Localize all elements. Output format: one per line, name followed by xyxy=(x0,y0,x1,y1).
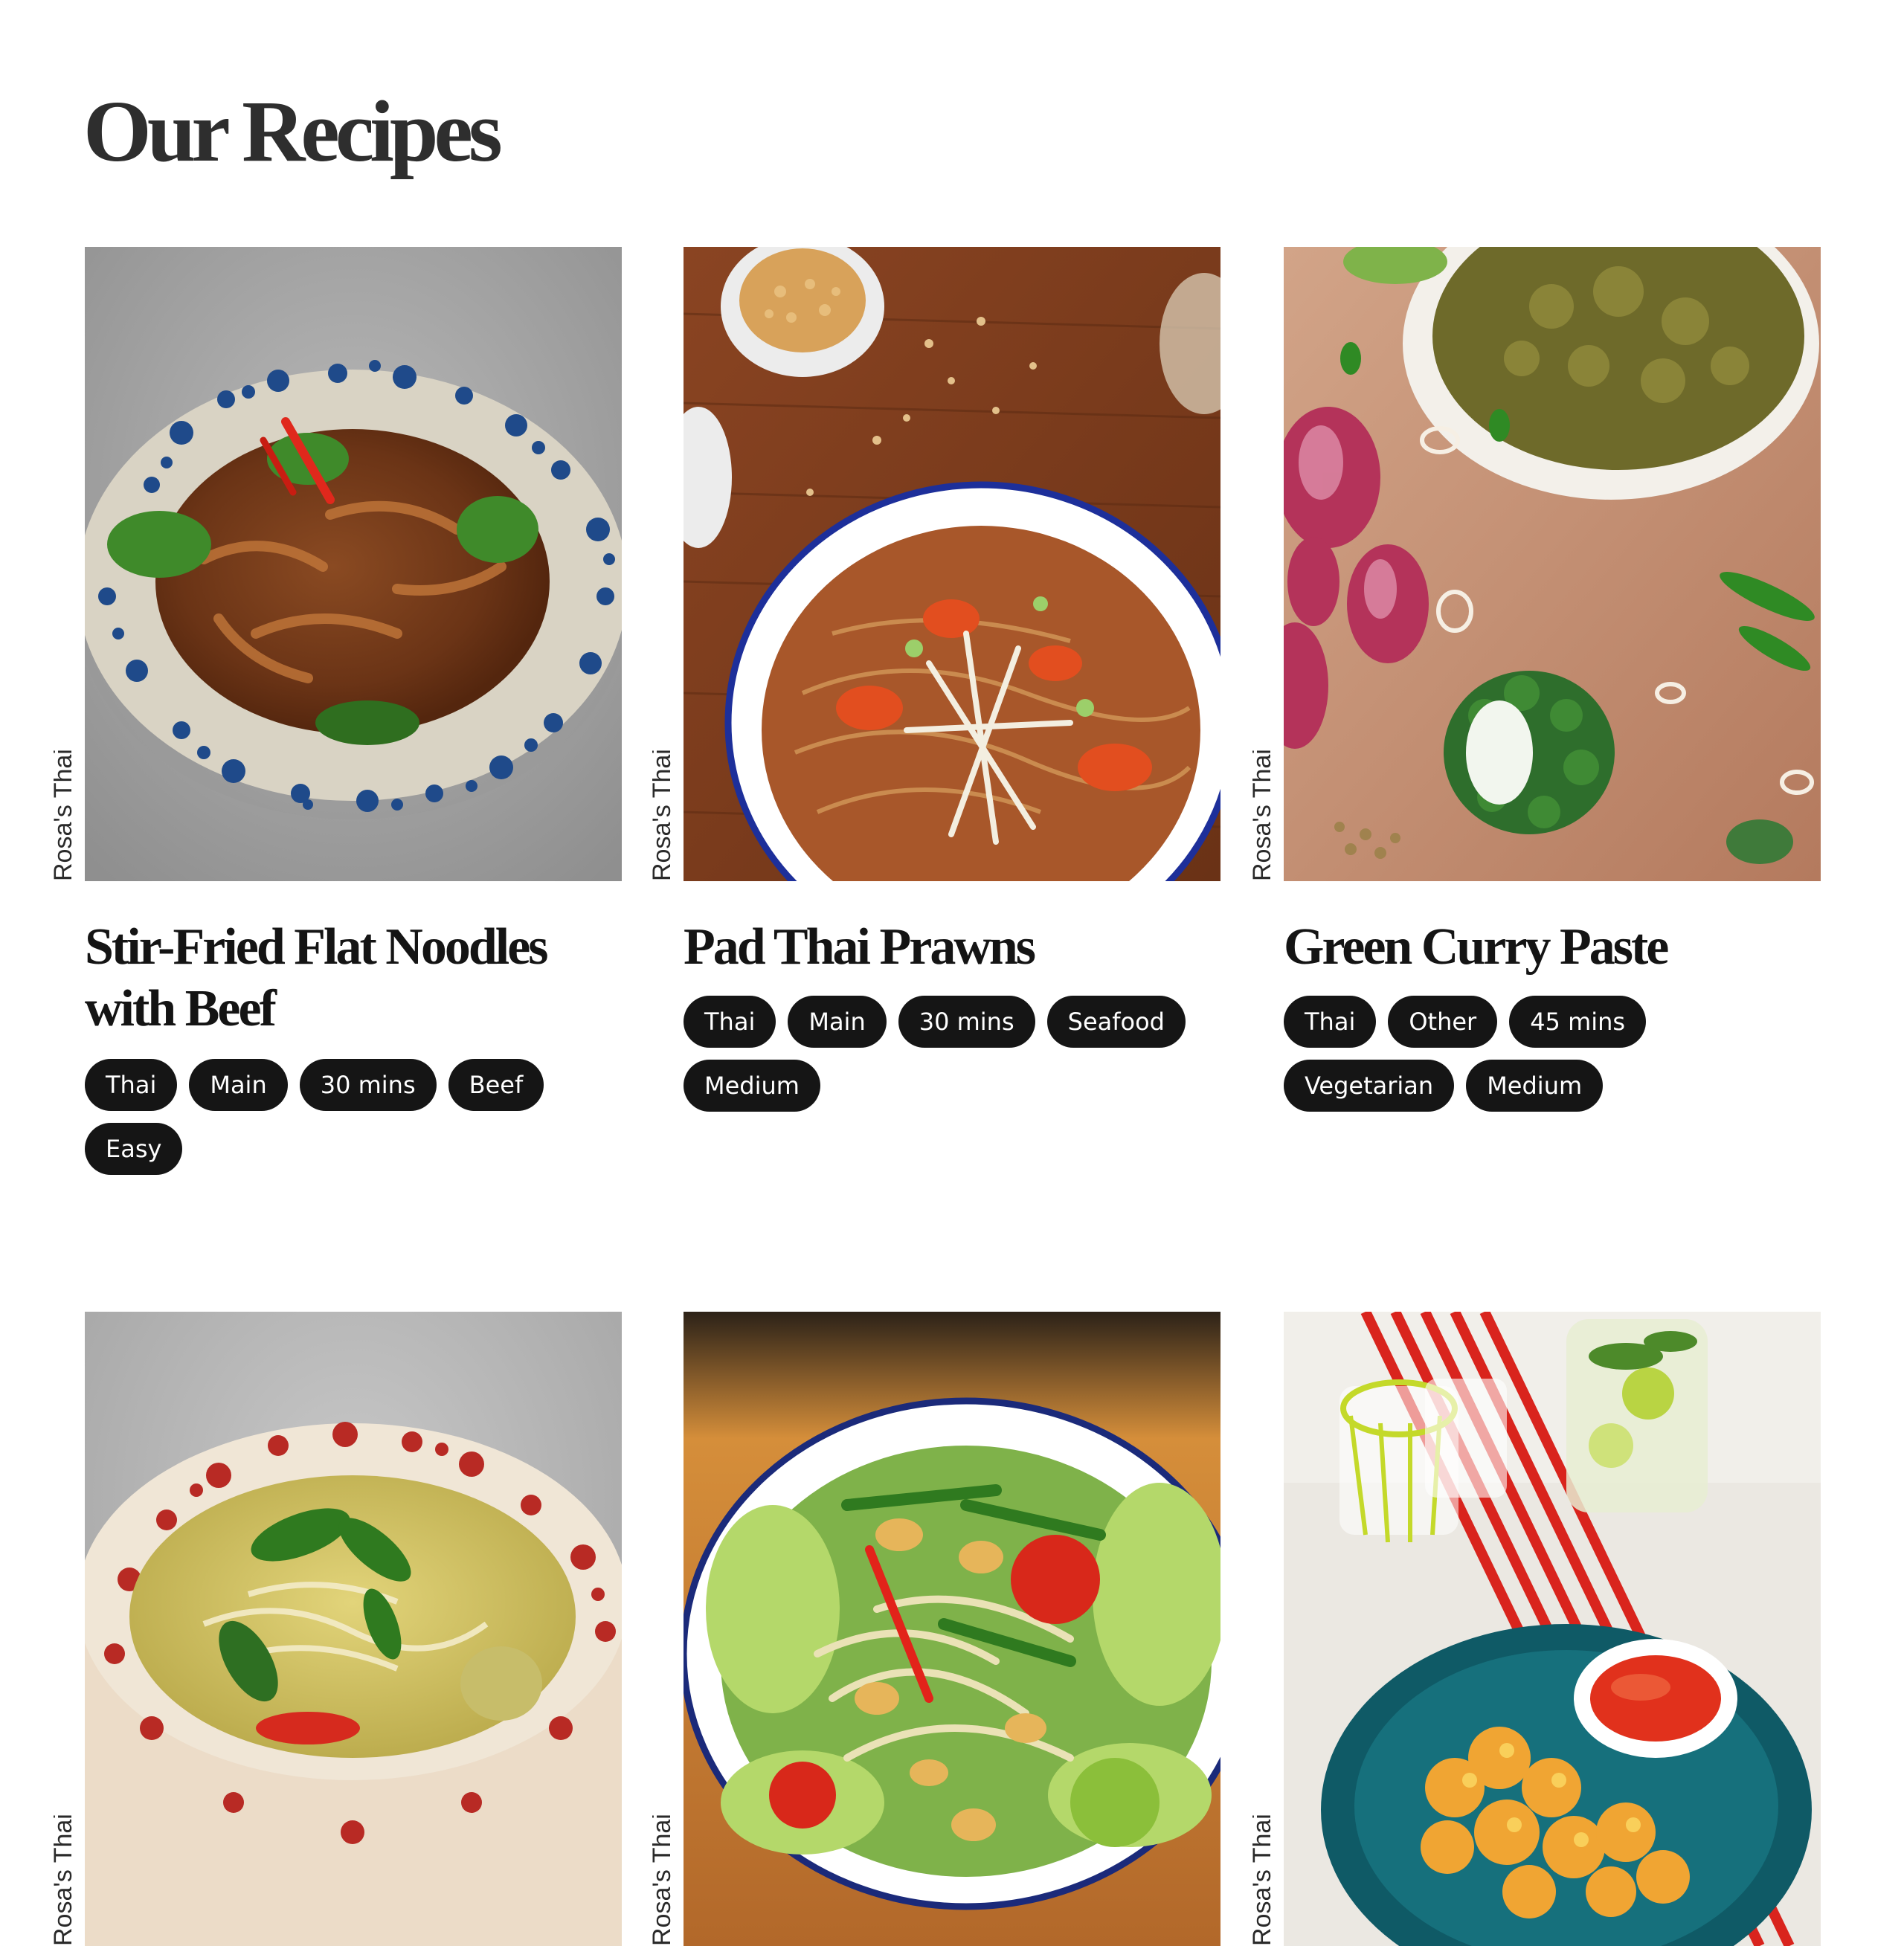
recipe-image[interactable] xyxy=(684,1312,1220,1946)
recipe-title[interactable]: Pad Thai Prawns xyxy=(684,916,1220,978)
tag-time[interactable]: 45 mins xyxy=(1509,996,1647,1048)
tag-difficulty[interactable]: Easy xyxy=(85,1123,183,1175)
brand-label: Rosa's Thai xyxy=(54,1312,85,1946)
brand-label: Rosa's Thai xyxy=(652,1312,684,1946)
recipe-image[interactable] xyxy=(85,247,622,881)
brand-label-text: Rosa's Thai xyxy=(54,749,77,881)
recipe-photo xyxy=(684,1312,1220,1946)
tag-difficulty[interactable]: Medium xyxy=(1466,1060,1604,1112)
brand-label: Rosa's Thai xyxy=(54,247,85,881)
recipe-image[interactable] xyxy=(684,247,1220,881)
tag-cuisine[interactable]: Thai xyxy=(684,996,776,1048)
recipe-image[interactable] xyxy=(1284,1312,1821,1946)
recipe-photo xyxy=(85,1312,622,1946)
brand-label: Rosa's Thai xyxy=(1252,1312,1284,1946)
recipe-photo xyxy=(1284,247,1821,881)
tag-category[interactable]: Seafood xyxy=(1046,996,1186,1048)
tag-time[interactable]: 30 mins xyxy=(299,1059,437,1111)
tag-cuisine[interactable]: Thai xyxy=(1284,996,1377,1048)
tag-category[interactable]: Vegetarian xyxy=(1284,1060,1455,1112)
recipe-image[interactable] xyxy=(1284,247,1821,881)
tag-difficulty[interactable]: Medium xyxy=(684,1060,820,1112)
tag-cuisine[interactable]: Thai xyxy=(85,1059,178,1111)
recipe-photo xyxy=(684,247,1220,881)
brand-label-text: Rosa's Thai xyxy=(1252,1814,1276,1946)
brand-label-text: Rosa's Thai xyxy=(652,1814,676,1946)
brand-label-text: Rosa's Thai xyxy=(652,749,676,881)
recipe-title[interactable]: Green Curry Paste xyxy=(1284,916,1821,978)
brand-label: Rosa's Thai xyxy=(1252,247,1284,881)
tag-list: Thai Main 30 mins Beef Easy xyxy=(85,1059,622,1175)
page-title: Our Recipes xyxy=(83,83,503,180)
recipe-photo xyxy=(85,247,622,881)
tag-course[interactable]: Main xyxy=(189,1059,288,1111)
tag-category[interactable]: Beef xyxy=(448,1059,544,1111)
tag-time[interactable]: 30 mins xyxy=(898,996,1035,1048)
tag-list: Thai Other 45 mins Vegetarian Medium xyxy=(1284,996,1821,1112)
tag-course[interactable]: Other xyxy=(1388,996,1498,1048)
brand-label: Rosa's Thai xyxy=(652,247,684,881)
recipe-photo xyxy=(1284,1312,1821,1946)
recipe-image[interactable] xyxy=(85,1312,622,1946)
brand-label-text: Rosa's Thai xyxy=(1252,749,1276,881)
brand-label-text: Rosa's Thai xyxy=(54,1814,77,1946)
recipe-title[interactable]: Stir-Fried Flat Noodles with Beef xyxy=(85,916,622,1040)
tag-list: Thai Main 30 mins Seafood Medium xyxy=(684,996,1220,1112)
tag-course[interactable]: Main xyxy=(788,996,887,1048)
